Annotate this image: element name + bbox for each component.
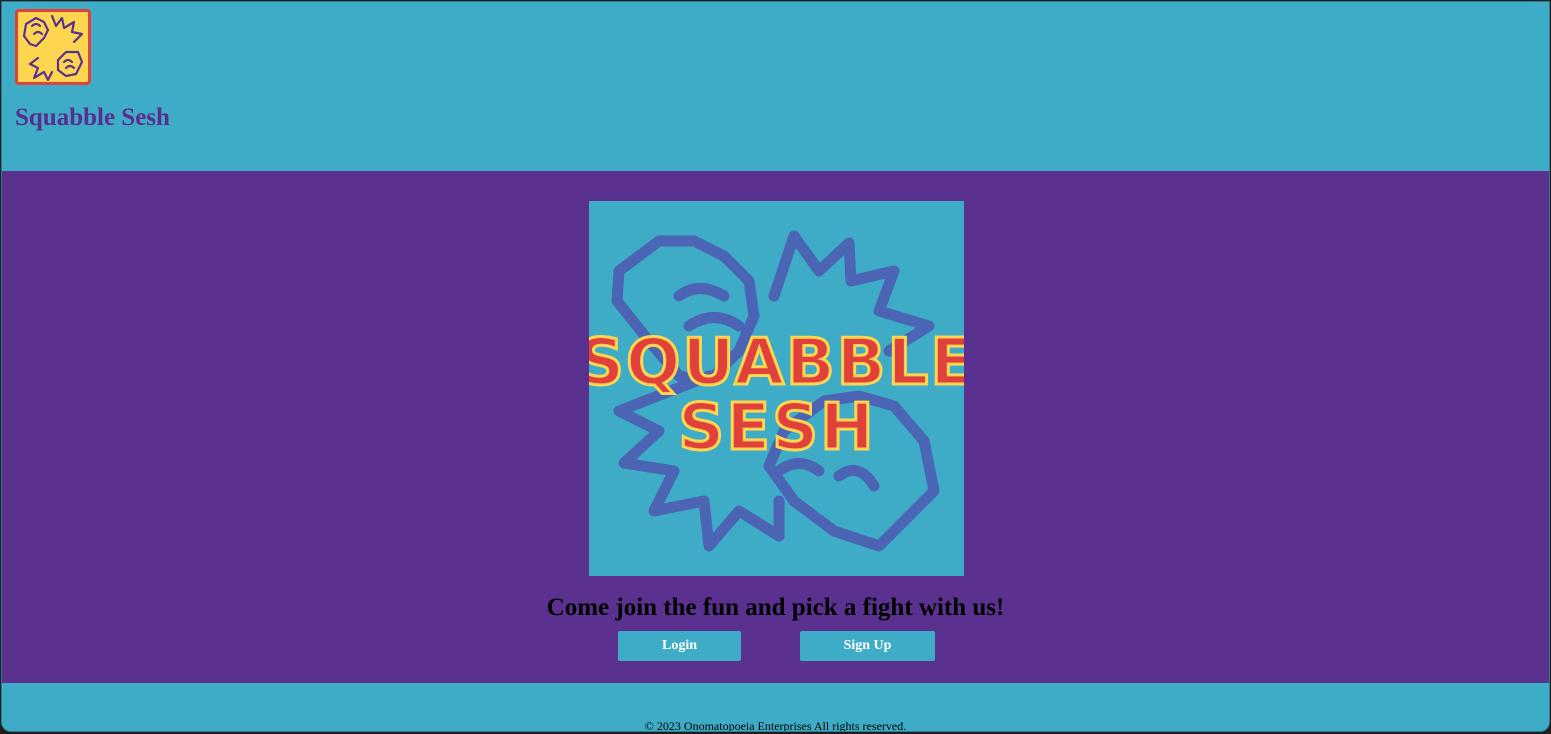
site-title: Squabble Sesh: [15, 104, 170, 131]
tagline: Come join the fun and pick a fight with …: [546, 594, 1005, 621]
fighting-fists-icon: [22, 14, 84, 82]
logo-text-line2: SESH: [678, 391, 875, 465]
browser-window: Squabble Sesh SQUABBLE SESH Come join th…: [1, 1, 1550, 732]
hero-logo-graphic: SQUABBLE SESH: [589, 230, 964, 552]
header-logo[interactable]: [15, 9, 91, 85]
sign-up-button[interactable]: Sign Up: [800, 631, 935, 661]
login-button[interactable]: Login: [618, 631, 741, 661]
logo-text-line1: SQUABBLE: [589, 326, 964, 400]
hero-logo: SQUABBLE SESH: [589, 201, 964, 576]
main-content: SQUABBLE SESH Come join the fun and pick…: [2, 171, 1549, 683]
site-footer: © 2023 Onomatopoeia Enterprises All righ…: [2, 683, 1549, 732]
site-header: Squabble Sesh: [2, 2, 1549, 171]
copyright-text: © 2023 Onomatopoeia Enterprises All righ…: [644, 719, 907, 732]
